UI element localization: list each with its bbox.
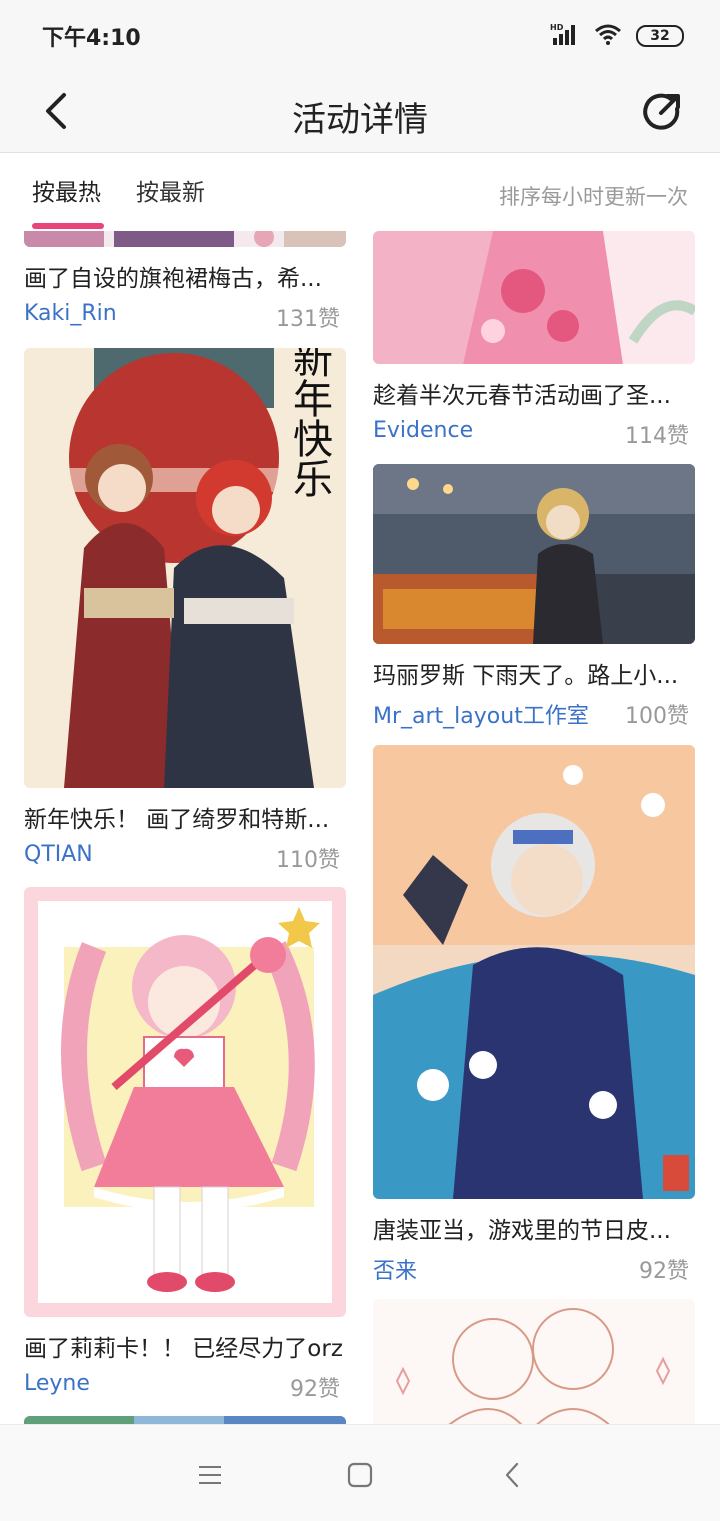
artwork-card[interactable]: 玛丽罗斯 下雨天了。路上小... Mr_art_layout工作室 100赞 xyxy=(373,464,695,730)
artwork-thumbnail[interactable] xyxy=(373,745,695,1199)
artwork-calligraphy: 新年快乐 xyxy=(286,348,332,498)
artwork-title: 画了自设的旗袍裙梅古，希... xyxy=(24,266,322,292)
like-count[interactable]: 100赞 xyxy=(625,698,695,730)
like-count[interactable]: 114赞 xyxy=(625,418,695,450)
like-count[interactable]: 92赞 xyxy=(290,1371,346,1403)
artwork-title: 唐装亚当，游戏里的节日皮... xyxy=(373,1218,671,1244)
home-square-icon xyxy=(347,1462,373,1488)
artwork-card[interactable] xyxy=(373,1299,695,1424)
artwork-card[interactable]: 唐装亚当，游戏里的节日皮... 否来 92赞 xyxy=(373,745,695,1285)
app-header: 活动详情 xyxy=(0,70,720,153)
artwork-thumbnail[interactable] xyxy=(373,1299,695,1424)
menu-button[interactable] xyxy=(190,1455,230,1495)
author-link[interactable]: 否来 xyxy=(373,1253,417,1285)
author-link[interactable]: Evidence xyxy=(373,418,473,450)
artwork-card[interactable]: 趁着半次元春节活动画了圣... Evidence 114赞 xyxy=(373,231,695,450)
author-link[interactable]: Leyne xyxy=(24,1371,90,1403)
sort-tabs: 按最热 按最新 排序每小时更新一次 xyxy=(0,153,720,231)
wifi-icon xyxy=(594,23,622,49)
active-tab-indicator xyxy=(32,223,104,229)
page-title: 活动详情 xyxy=(292,100,428,140)
artwork-title: 新年快乐！ 画了绮罗和特斯... xyxy=(24,807,330,833)
tab-newest[interactable]: 按最新 xyxy=(136,173,205,207)
tab-hot[interactable]: 按最热 xyxy=(32,173,101,207)
author-link[interactable]: Mr_art_layout工作室 xyxy=(373,698,589,730)
sort-update-note: 排序每小时更新一次 xyxy=(499,185,688,209)
artwork-thumbnail[interactable] xyxy=(373,231,695,364)
share-button[interactable] xyxy=(636,84,690,138)
artwork-thumbnail[interactable] xyxy=(373,464,695,644)
artwork-thumbnail[interactable] xyxy=(24,1416,346,1424)
battery-icon: 32 xyxy=(636,25,684,47)
artwork-card[interactable]: 画了自设的旗袍裙梅古，希... Kaki_Rin 131赞 xyxy=(24,231,346,333)
artwork-title: 画了莉莉卡！！ 已经尽力了orz xyxy=(24,1336,343,1362)
artwork-thumbnail[interactable] xyxy=(24,231,346,247)
artwork-thumbnail[interactable] xyxy=(24,887,346,1317)
artwork-card[interactable]: 画了莉莉卡！！ 已经尽力了orz Leyne 92赞 xyxy=(24,887,346,1403)
like-count[interactable]: 92赞 xyxy=(639,1253,695,1285)
artwork-title: 趁着半次元春节活动画了圣... xyxy=(373,383,671,409)
nav-back-icon xyxy=(505,1462,519,1488)
system-back-button[interactable] xyxy=(492,1455,532,1495)
signal-icon: HD xyxy=(550,22,580,50)
share-external-icon xyxy=(643,93,680,130)
like-count[interactable]: 131赞 xyxy=(276,301,346,333)
like-count[interactable]: 110赞 xyxy=(276,842,346,874)
home-button[interactable] xyxy=(340,1455,380,1495)
status-time: 下午4:10 xyxy=(42,26,141,51)
system-nav-bar xyxy=(0,1424,720,1521)
author-link[interactable]: Kaki_Rin xyxy=(24,301,117,333)
status-bar: 下午4:10 HD 32 xyxy=(0,0,720,70)
artwork-feed[interactable]: 画了自设的旗袍裙梅古，希... Kaki_Rin 131赞 新年快乐 新年快乐！… xyxy=(0,231,720,1424)
artwork-card[interactable]: 新年快乐 新年快乐！ 画了绮罗和特斯... QTIAN 110赞 xyxy=(24,348,346,874)
status-icons: HD 32 xyxy=(550,22,684,50)
menu-icon xyxy=(199,1466,221,1484)
author-link[interactable]: QTIAN xyxy=(24,842,93,874)
network-label: HD xyxy=(550,23,564,32)
artwork-thumbnail[interactable]: 新年快乐 xyxy=(24,348,346,788)
artwork-title: 玛丽罗斯 下雨天了。路上小... xyxy=(373,663,679,689)
artwork-card[interactable] xyxy=(24,1416,346,1424)
